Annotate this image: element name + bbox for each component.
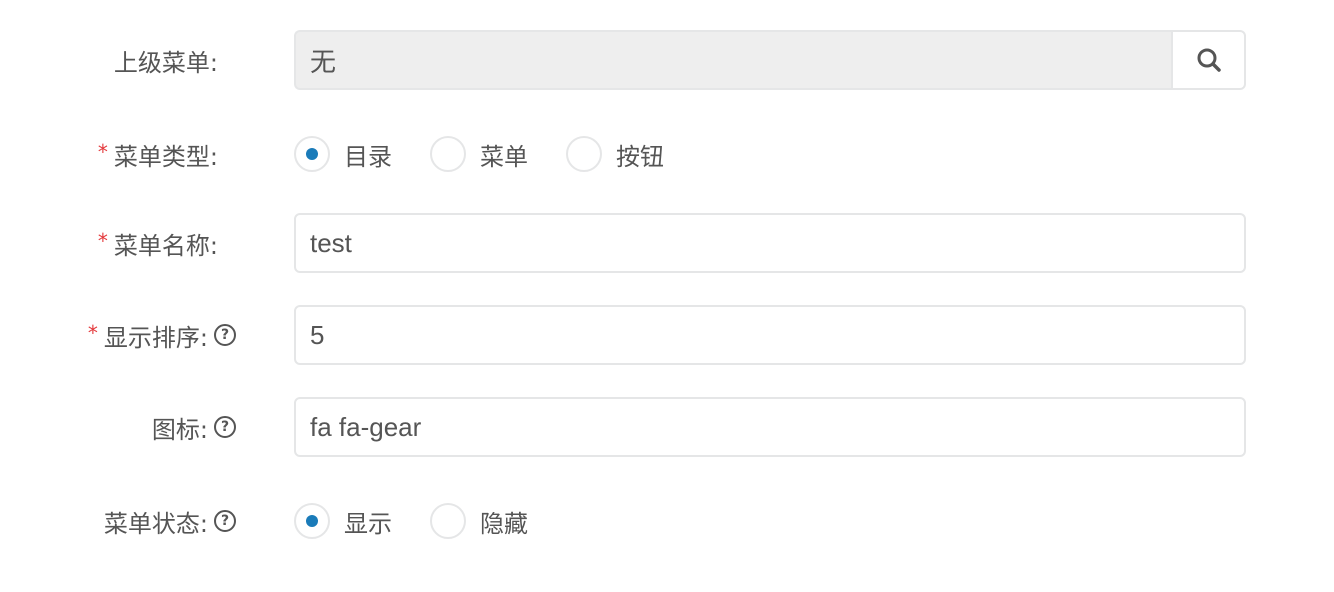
- search-icon: [1197, 48, 1221, 72]
- radio-unchecked[interactable]: [566, 136, 602, 172]
- menu-status-option-hide[interactable]: 隐藏: [430, 503, 528, 539]
- menu-name-control: [294, 213, 1246, 273]
- menu-type-label: * 菜单类型:: [98, 137, 218, 172]
- question-circle-icon[interactable]: ?: [214, 416, 236, 438]
- menu-name-label-text: 菜单名称:: [113, 231, 218, 260]
- menu-name-label: * 菜单名称:: [98, 226, 218, 261]
- display-order-input[interactable]: [294, 305, 1246, 365]
- radio-checked[interactable]: [294, 136, 330, 172]
- menu-form: 上级菜单: * 菜单类型: 目录: [0, 0, 1334, 592]
- radio-dot: [306, 515, 318, 527]
- menu-name-input[interactable]: [294, 213, 1246, 273]
- parent-menu-control: [294, 30, 1246, 90]
- radio-unchecked[interactable]: [430, 136, 466, 172]
- required-mark: *: [87, 321, 98, 345]
- menu-status-option-show[interactable]: 显示: [294, 503, 392, 539]
- parent-menu-input-group: [294, 30, 1246, 90]
- parent-menu-search-button[interactable]: [1171, 30, 1246, 90]
- icon-control: [294, 397, 1246, 457]
- parent-menu-input[interactable]: [294, 30, 1171, 90]
- menu-type-option-button[interactable]: 按钮: [566, 136, 664, 172]
- menu-type-label-text: 菜单类型:: [113, 142, 218, 171]
- icon-label-text: 图标:: [151, 415, 208, 444]
- radio-label: 显示: [344, 509, 392, 538]
- menu-status-row: 菜单状态: ? 显示 隐藏: [0, 501, 1334, 541]
- required-mark: *: [97, 140, 108, 164]
- parent-menu-row: 上级菜单:: [0, 30, 1334, 90]
- question-circle-icon[interactable]: ?: [214, 324, 236, 346]
- display-order-label: * 显示排序: ?: [88, 318, 236, 353]
- parent-menu-label: 上级菜单:: [114, 43, 218, 78]
- parent-menu-label-text: 上级菜单:: [113, 48, 218, 77]
- display-order-control: [294, 305, 1246, 365]
- radio-label: 目录: [344, 142, 392, 171]
- required-mark: *: [97, 229, 108, 253]
- icon-row: 图标: ?: [0, 397, 1334, 457]
- menu-name-row: * 菜单名称:: [0, 213, 1334, 273]
- radio-label: 菜单: [480, 142, 528, 171]
- menu-status-radio-group: 显示 隐藏: [294, 501, 566, 541]
- menu-type-row: * 菜单类型: 目录 菜单 按钮: [0, 134, 1334, 174]
- question-circle-icon[interactable]: ?: [214, 510, 236, 532]
- radio-checked[interactable]: [294, 503, 330, 539]
- radio-unchecked[interactable]: [430, 503, 466, 539]
- icon-label: 图标: ?: [152, 410, 236, 445]
- icon-input[interactable]: [294, 397, 1246, 457]
- menu-type-radio-group: 目录 菜单 按钮: [294, 134, 702, 174]
- menu-status-label-text: 菜单状态:: [103, 509, 208, 538]
- radio-label: 按钮: [616, 142, 664, 171]
- menu-type-option-menu[interactable]: 菜单: [430, 136, 528, 172]
- display-order-row: * 显示排序: ?: [0, 305, 1334, 365]
- menu-type-option-directory[interactable]: 目录: [294, 136, 392, 172]
- menu-status-label: 菜单状态: ?: [104, 504, 236, 539]
- radio-label: 隐藏: [480, 509, 528, 538]
- display-order-label-text: 显示排序:: [103, 323, 208, 352]
- radio-dot: [306, 148, 318, 160]
